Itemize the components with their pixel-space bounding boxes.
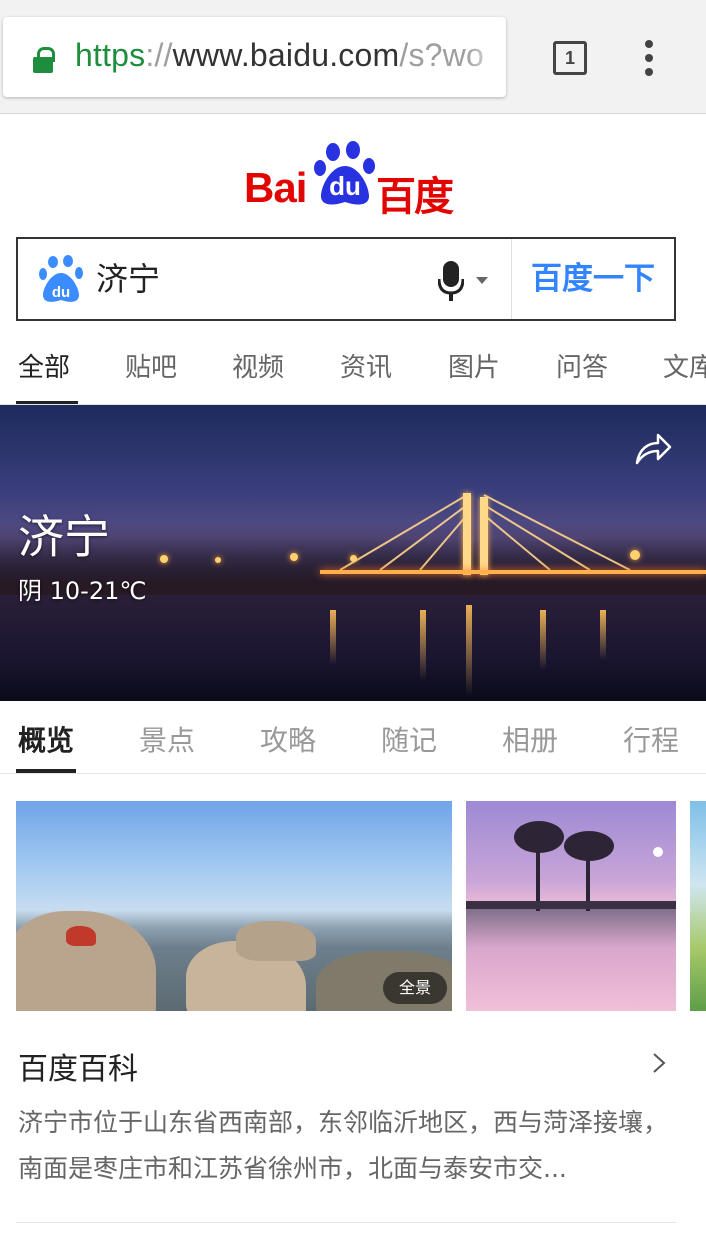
url-fade [466,17,506,97]
tab-all[interactable]: 全部 [18,347,70,404]
logo-bai-text: Bai [244,164,307,211]
city-light [290,553,298,561]
search-input[interactable]: 济宁 [96,253,426,305]
lock-icon [33,47,55,73]
moon [653,847,663,857]
browser-toolbar: https://www.baidu.com/s?wo 1 [0,0,706,114]
city-section-tabs: 概览 景点 攻略 随记 相册 行程 [0,701,706,774]
search-category-tabs: 全部 贴吧 视频 资讯 图片 问答 文库 [0,333,706,405]
tab-tieba[interactable]: 贴吧 [125,347,177,404]
active-section-indicator [16,769,76,773]
light-reflection [540,610,546,670]
tab-notes[interactable]: 随记 [381,719,437,759]
rock-shape [236,921,316,961]
lake-image[interactable] [466,801,676,1011]
city-light [630,550,640,560]
voice-options-caret-icon[interactable] [476,277,488,284]
share-icon[interactable] [634,431,672,467]
baike-title[interactable]: 百度百科 [18,1044,138,1088]
tab-attractions[interactable]: 景点 [139,719,195,759]
microphone-icon[interactable] [438,261,464,301]
url-text[interactable]: https://www.baidu.com/s?wo [75,37,484,74]
panorama-badge: 全景 [383,972,447,1004]
tab-guides[interactable]: 攻略 [260,719,316,759]
baike-summary[interactable]: 济宁市位于山东省西南部，东邻临沂地区，西与菏泽接壤，南面是枣庄市和江苏省徐州市，… [18,1100,678,1192]
baidu-paw-icon: du [39,255,83,302]
search-box: du 济宁 百度一下 [16,237,676,321]
city-hero-card[interactable]: 济宁 阴 10-21℃ [0,405,706,701]
tab-itinerary[interactable]: 行程 [623,719,679,759]
more-menu-icon[interactable] [644,40,654,76]
city-light [350,555,357,562]
baidu-logo[interactable]: Bai du 百度 [0,140,706,220]
tab-video[interactable]: 视频 [232,347,284,404]
section-divider [16,1222,676,1223]
bridge-deck [320,570,706,574]
search-button[interactable]: 百度一下 [512,239,674,319]
light-reflection [330,610,336,665]
chevron-right-icon[interactable] [652,1052,666,1074]
city-weather: 阴 10-21℃ [18,577,147,605]
tab-wenku[interactable]: 文库 [663,347,706,404]
tab-images[interactable]: 图片 [448,347,500,404]
city-light [215,557,221,563]
bridge-cables [339,494,631,571]
svg-text:du: du [52,284,70,301]
tab-overview[interactable]: 概览 [18,719,74,759]
light-reflection [600,610,606,660]
people-shape [66,926,96,946]
url-separator: :// [145,37,173,73]
logo-du-text: du [329,171,361,201]
url-host: www.baidu.com [172,37,400,73]
tree-shape [514,821,564,853]
tree-shape [564,831,614,861]
light-reflection [420,610,426,680]
tab-albums[interactable]: 相册 [502,719,558,759]
shoreline [466,901,676,909]
city-title: 济宁 [18,510,110,564]
city-image-partial[interactable] [690,801,706,1011]
tab-news[interactable]: 资讯 [340,347,392,404]
address-bar[interactable]: https://www.baidu.com/s?wo [3,17,506,97]
tab-switcher-button[interactable]: 1 [553,41,587,75]
city-light [160,555,168,563]
url-scheme: https [75,37,146,73]
tab-qa[interactable]: 问答 [556,347,608,404]
light-reflection [466,605,472,695]
logo-cn-text: 百度 [376,174,454,220]
